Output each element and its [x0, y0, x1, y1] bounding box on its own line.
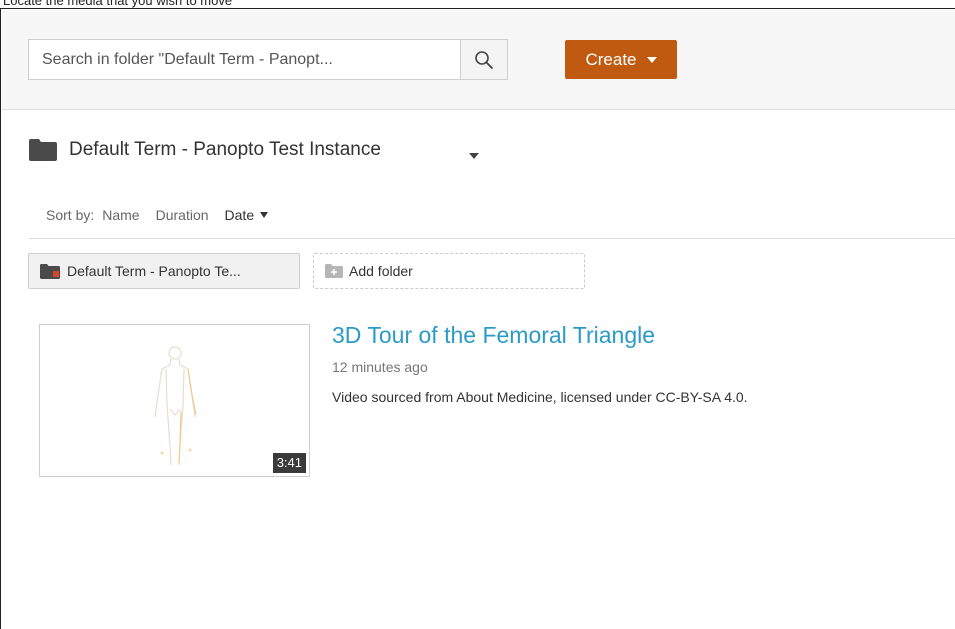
session-description: Video sourced from About Medicine, licen…: [332, 389, 748, 405]
folder-icon: [29, 139, 57, 161]
add-folder-icon: [325, 264, 343, 278]
chevron-down-icon: [469, 153, 479, 159]
divider: [29, 238, 955, 239]
duration-badge: 3:41: [272, 453, 306, 473]
chip-label: Default Term - Panopto Te...: [67, 263, 241, 279]
panopto-window: Create Default Term - Panopto Test Insta…: [0, 8, 955, 629]
sort-option-duration[interactable]: Duration: [156, 207, 209, 223]
anatomy-figure-image: [154, 346, 197, 466]
folder-breadcrumb-chip[interactable]: Default Term - Panopto Te...: [28, 253, 300, 289]
add-folder-button[interactable]: Add folder: [313, 253, 585, 289]
toolbar: Create: [2, 10, 955, 110]
session-timestamp: 12 minutes ago: [332, 359, 428, 375]
search-input[interactable]: [29, 40, 461, 79]
session-title-link[interactable]: 3D Tour of the Femoral Triangle: [332, 322, 655, 349]
create-button[interactable]: Create: [565, 40, 677, 79]
caret-down-icon: [646, 56, 657, 63]
folder-title: Default Term - Panopto Test Instance: [69, 139, 381, 160]
instruction-caption: Locate the media that you wish to move: [3, 0, 233, 8]
create-button-label: Create: [585, 49, 637, 69]
search-icon: [475, 50, 493, 69]
folder-header: Default Term - Panopto Test Instance: [29, 137, 381, 163]
video-thumbnail[interactable]: 3:41: [39, 324, 310, 477]
sort-option-date[interactable]: Date: [225, 207, 255, 223]
sort-by-label: Sort by:: [46, 207, 95, 223]
search-button[interactable]: [460, 40, 507, 79]
folder-dropdown-button[interactable]: [469, 146, 479, 164]
sort-option-name[interactable]: Name: [102, 207, 139, 223]
sort-bar: Sort by: Name Duration Date: [46, 207, 284, 223]
sort-desc-icon: [260, 212, 269, 218]
folder-icon: [40, 263, 60, 279]
add-folder-label: Add folder: [349, 263, 413, 279]
search-box: [28, 39, 508, 80]
